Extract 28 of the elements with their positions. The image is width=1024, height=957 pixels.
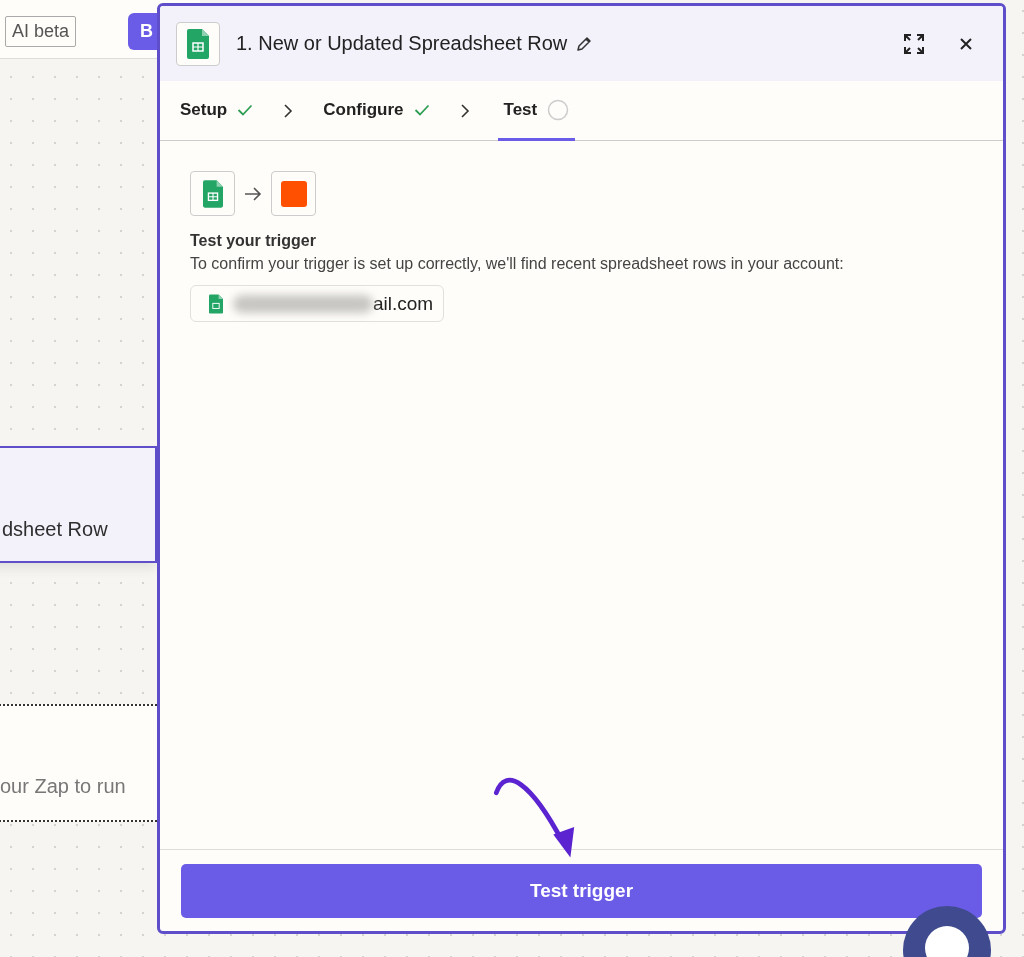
- sheets-icon: [209, 293, 223, 314]
- expand-icon[interactable]: [903, 32, 925, 55]
- node-title: dsheet Row: [2, 518, 108, 541]
- chevron-right-icon: [283, 102, 294, 119]
- edit-icon[interactable]: [575, 34, 594, 53]
- action-placeholder-node[interactable]: our Zap to run: [0, 704, 157, 822]
- step-tab[interactable]: Configure: [321, 81, 432, 141]
- app-logo-icon: [280, 180, 307, 207]
- build-button[interactable]: B: [128, 13, 157, 50]
- check-icon: [413, 103, 430, 116]
- check-icon: [237, 103, 254, 116]
- sheets-icon: [187, 28, 209, 59]
- ai-beta-badge: AI beta: [5, 16, 77, 47]
- close-icon[interactable]: [959, 36, 973, 51]
- step-tab[interactable]: Test: [497, 81, 576, 141]
- account-chip[interactable]: ail.com: [190, 285, 445, 322]
- arrow-right-icon: [244, 186, 262, 201]
- trigger-node[interactable]: dsheet Row: [0, 446, 157, 563]
- account-email: ail.com: [373, 292, 434, 315]
- pending-circle-icon: [547, 98, 570, 121]
- step-tab[interactable]: Setup: [178, 81, 256, 141]
- node-hint: our Zap to run: [0, 775, 126, 798]
- section-heading: Test your trigger: [190, 232, 317, 250]
- panel-title: 1. New or Updated Spreadsheet Row: [236, 32, 568, 55]
- chevron-right-icon: [459, 102, 470, 119]
- test-trigger-button[interactable]: Test trigger: [181, 864, 982, 918]
- sheets-icon: [202, 179, 223, 208]
- section-description: To confirm your trigger is set up correctly, we'll find recent spreadsheet rows in your account:: [190, 254, 845, 274]
